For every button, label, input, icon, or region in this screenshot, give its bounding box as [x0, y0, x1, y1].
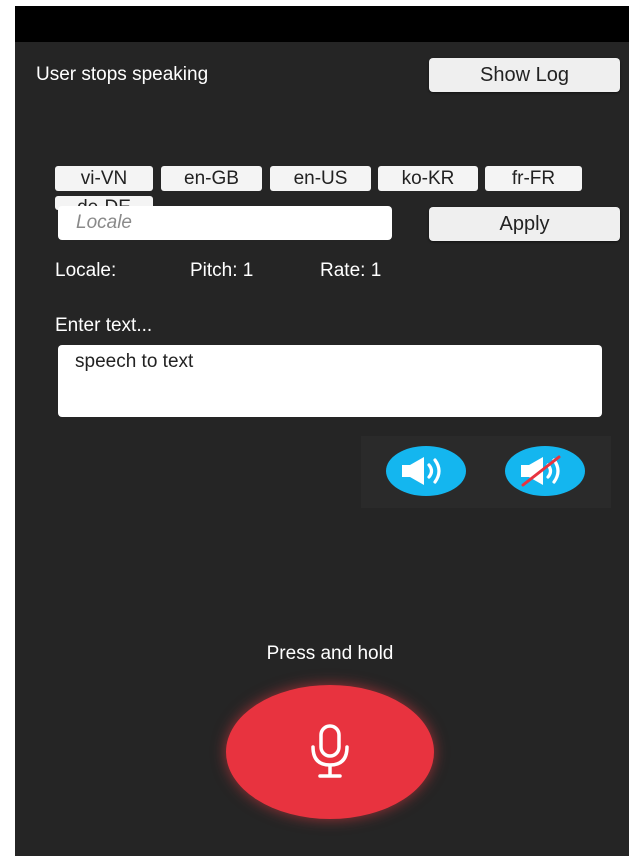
- locale-chip-vi-vn[interactable]: vi-VN: [55, 166, 153, 191]
- microphone-button[interactable]: [226, 685, 434, 819]
- press-and-hold-label: Press and hold: [266, 643, 394, 664]
- pitch-label: Pitch: 1: [190, 260, 254, 281]
- text-input-area[interactable]: [58, 345, 602, 417]
- show-log-button[interactable]: Show Log: [429, 58, 620, 92]
- top-bar: [15, 6, 629, 42]
- locale-input[interactable]: [58, 206, 392, 240]
- locale-chip-ko-kr[interactable]: ko-KR: [378, 166, 478, 191]
- microphone-icon: [311, 724, 349, 778]
- rate-label: Rate: 1: [320, 260, 382, 281]
- speaker-muted-icon: [521, 455, 561, 487]
- locale-chip-en-gb[interactable]: en-GB: [161, 166, 262, 191]
- app-screen: User stops speaking Show Log vi-VN en-GB…: [15, 6, 629, 856]
- apply-button[interactable]: Apply: [429, 207, 620, 241]
- stop-speak-button[interactable]: [505, 446, 585, 496]
- status-text: User stops speaking: [36, 64, 209, 85]
- enter-text-label: Enter text...: [55, 315, 153, 336]
- locale-chip-en-us[interactable]: en-US: [270, 166, 371, 191]
- speak-button[interactable]: [386, 446, 466, 496]
- locale-chip-fr-fr[interactable]: fr-FR: [485, 166, 582, 191]
- locale-label: Locale:: [55, 260, 117, 281]
- speaker-icon: [402, 457, 441, 485]
